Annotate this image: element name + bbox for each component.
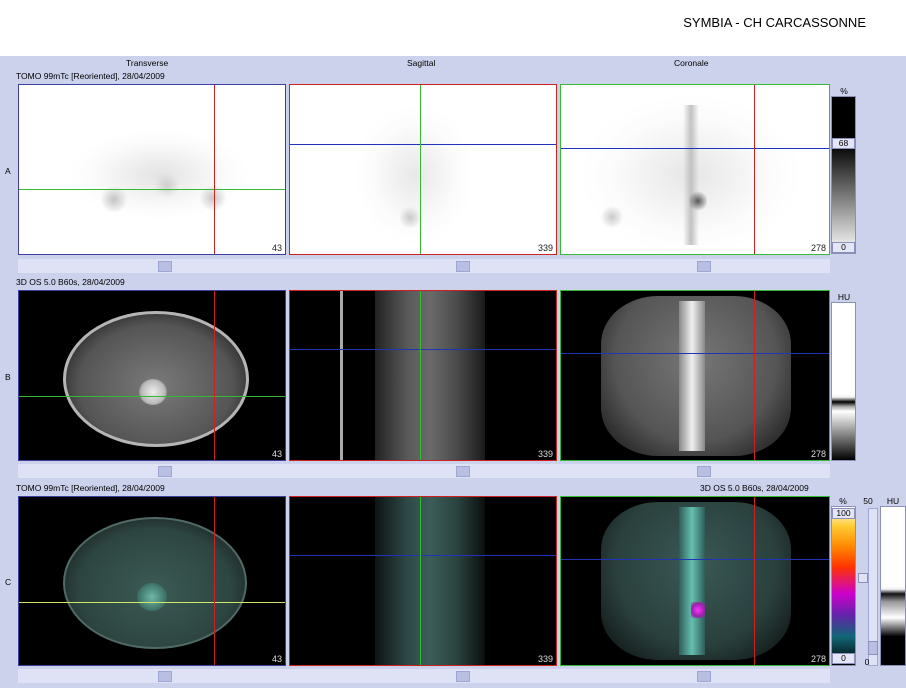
crosshair-horizontal[interactable] [561, 148, 829, 149]
viewport-b-sagittal[interactable]: 339 [289, 290, 557, 461]
slice-scrollbar-a[interactable] [18, 259, 830, 273]
row-label-c: C [5, 577, 12, 587]
uptake-blob [601, 205, 623, 229]
crosshair-vertical[interactable] [754, 497, 755, 665]
viewport-c-transverse[interactable]: 43 [18, 496, 286, 666]
ct-vertebra [139, 379, 167, 405]
slice-number-coronal: 278 [810, 243, 826, 253]
scroll-thumb-transverse[interactable] [158, 466, 172, 477]
crosshair-horizontal[interactable] [19, 602, 285, 603]
crosshair-vertical[interactable] [420, 497, 421, 665]
crosshair-vertical[interactable] [754, 85, 755, 254]
colorbar-b-unit: HU [837, 292, 851, 302]
institution-title: SYMBIA - CH CARCASSONNE [683, 15, 866, 30]
series-label-c-left: TOMO 99mTc [Reoriented], 28/04/2009 [16, 483, 165, 493]
colorbar-a-level[interactable]: 68 [832, 138, 855, 149]
viewport-a-coronal[interactable]: 278 [560, 84, 830, 255]
crosshair-vertical[interactable] [754, 291, 755, 460]
slice-number-transverse: 43 [271, 449, 282, 459]
uptake-blob [154, 173, 180, 197]
scroll-thumb-transverse[interactable] [158, 671, 172, 682]
crosshair-horizontal[interactable] [561, 353, 829, 354]
slice-number-sagittal: 339 [537, 243, 553, 253]
ct-table-line [340, 291, 343, 460]
fusion-sagittal-body [375, 497, 485, 665]
scroll-thumb-sagittal[interactable] [456, 671, 470, 682]
crosshair-vertical[interactable] [214, 291, 215, 460]
colorbar-c-pet[interactable] [831, 506, 856, 666]
series-label-b: 3D OS 5.0 B60s, 28/04/2009 [16, 277, 125, 287]
colorbar-c-max[interactable]: 100 [832, 508, 855, 519]
crosshair-vertical[interactable] [420, 85, 421, 254]
colorbar-c-hu-unit: HU [886, 496, 900, 506]
viewport-b-transverse[interactable]: 43 [18, 290, 286, 461]
column-header-transverse: Transverse [126, 58, 169, 68]
slice-number-sagittal: 339 [537, 654, 553, 664]
series-label-c-right: 3D OS 5.0 B60s, 28/04/2009 [700, 483, 809, 493]
crosshair-vertical[interactable] [420, 291, 421, 460]
colorbar-c-min[interactable]: 0 [832, 653, 855, 664]
pet-level-marker[interactable] [858, 573, 868, 583]
slice-scrollbar-c[interactable] [18, 669, 830, 683]
fusion-blend-slider[interactable] [868, 508, 878, 666]
crosshair-horizontal[interactable] [19, 396, 285, 397]
colorbar-c-hu-min: 0 [864, 657, 870, 667]
header-bar: SYMBIA - CH CARCASSONNE [0, 0, 906, 56]
crosshair-vertical[interactable] [214, 85, 215, 254]
scroll-thumb-coronal[interactable] [697, 261, 711, 272]
viewport-a-sagittal[interactable]: 339 [289, 84, 557, 255]
crosshair-horizontal[interactable] [290, 349, 556, 350]
slice-number-sagittal: 339 [537, 449, 553, 459]
uptake-blob [400, 205, 420, 230]
viewport-a-transverse[interactable]: 43 [18, 84, 286, 255]
crosshair-horizontal[interactable] [290, 555, 556, 556]
colorbar-c-ct[interactable] [880, 506, 906, 666]
crosshair-vertical[interactable] [214, 497, 215, 665]
fusion-spine [679, 507, 705, 655]
slice-number-coronal: 278 [810, 654, 826, 664]
spine-uptake [683, 105, 699, 245]
fusion-vertebra [137, 583, 167, 611]
scroll-thumb-sagittal[interactable] [456, 466, 470, 477]
row-label-b: B [5, 372, 11, 382]
crosshair-horizontal[interactable] [19, 189, 285, 190]
column-header-coronal: Coronale [674, 58, 709, 68]
fusion-blend-value: 50 [863, 496, 873, 506]
colorbar-b[interactable] [831, 302, 856, 461]
viewer-area: Transverse Sagittal Coronale TOMO 99mTc … [0, 56, 906, 688]
ct-sagittal-body [375, 291, 485, 460]
colorbar-a-min[interactable]: 0 [832, 242, 855, 253]
fusion-hotspot [691, 602, 705, 618]
colorbar-c-pct-unit: % [839, 496, 847, 506]
scroll-thumb-sagittal[interactable] [456, 261, 470, 272]
viewport-c-coronal[interactable]: 278 [560, 496, 830, 666]
slice-number-transverse: 43 [271, 243, 282, 253]
ct-spine [679, 301, 705, 451]
viewport-c-sagittal[interactable]: 339 [289, 496, 557, 666]
row-label-a: A [5, 166, 11, 176]
scroll-thumb-coronal[interactable] [697, 671, 711, 682]
scroll-thumb-transverse[interactable] [158, 261, 172, 272]
fusion-blend-thumb[interactable] [868, 641, 878, 655]
colorbar-a-unit: % [840, 86, 848, 96]
crosshair-horizontal[interactable] [561, 559, 829, 560]
uptake-hotspot [689, 190, 707, 212]
series-label-a: TOMO 99mTc [Reoriented], 28/04/2009 [16, 71, 165, 81]
uptake-blob [99, 187, 129, 212]
colorbar-a[interactable] [831, 96, 856, 254]
slice-number-coronal: 278 [810, 449, 826, 459]
viewport-b-coronal[interactable]: 278 [560, 290, 830, 461]
slice-scrollbar-b[interactable] [18, 464, 830, 478]
column-header-sagittal: Sagittal [407, 58, 436, 68]
scroll-thumb-coronal[interactable] [697, 466, 711, 477]
slice-number-transverse: 43 [271, 654, 282, 664]
crosshair-horizontal[interactable] [290, 144, 556, 145]
